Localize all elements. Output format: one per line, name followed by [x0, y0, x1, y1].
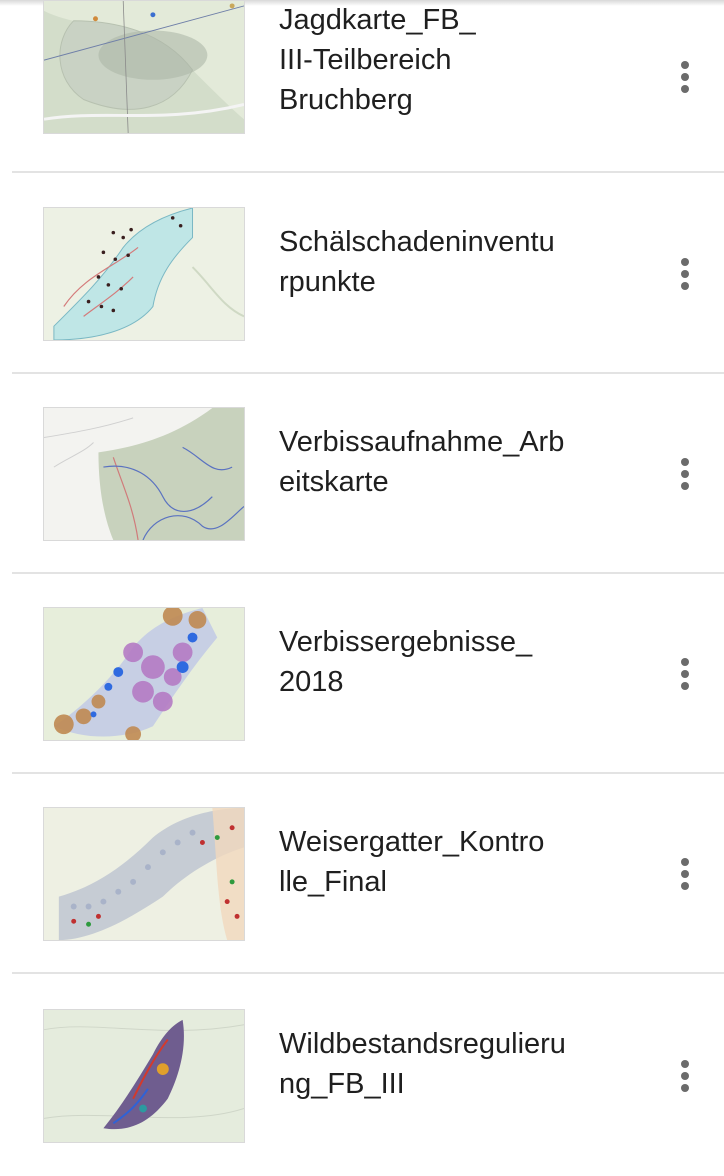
menu-dot — [681, 658, 689, 666]
menu-dot — [681, 858, 689, 866]
menu-dot — [681, 470, 689, 478]
menu-dot — [681, 1060, 689, 1068]
item-title[interactable]: Verbissergebnisse_ 2018 — [279, 622, 629, 702]
list-item[interactable]: Weisergatter_Kontro lle_Final — [0, 774, 724, 974]
more-vertical-icon[interactable] — [667, 844, 703, 904]
list-item[interactable]: Schälschadeninventu rpunkte — [0, 174, 724, 374]
menu-dot — [681, 670, 689, 678]
menu-dot — [681, 270, 689, 278]
map-thumbnail[interactable] — [43, 407, 245, 541]
map-thumbnail[interactable] — [43, 207, 245, 341]
menu-dot — [681, 882, 689, 890]
menu-dot — [681, 282, 689, 290]
row-divider — [12, 171, 724, 173]
menu-dot — [681, 1072, 689, 1080]
menu-dot — [681, 1084, 689, 1092]
item-title[interactable]: Weisergatter_Kontro lle_Final — [279, 822, 629, 902]
menu-dot — [681, 482, 689, 490]
map-thumbnail[interactable] — [43, 807, 245, 941]
map-thumbnail[interactable] — [43, 1009, 245, 1143]
item-title[interactable]: Verbissaufnahme_Arb eitskarte — [279, 422, 629, 502]
more-vertical-icon[interactable] — [667, 1046, 703, 1106]
more-vertical-icon[interactable] — [667, 644, 703, 704]
map-thumbnail[interactable] — [43, 0, 245, 134]
item-title[interactable]: Jagdkarte_FB_ III-Teilbereich Bruchberg — [279, 0, 629, 120]
more-vertical-icon[interactable] — [667, 244, 703, 304]
menu-dot — [681, 458, 689, 466]
menu-dot — [681, 870, 689, 878]
map-thumbnail[interactable] — [43, 607, 245, 741]
list-item[interactable]: Verbissaufnahme_Arb eitskarte — [0, 374, 724, 574]
menu-dot — [681, 258, 689, 266]
menu-dot — [681, 61, 689, 69]
menu-dot — [681, 682, 689, 690]
row-divider — [12, 972, 724, 974]
more-vertical-icon[interactable] — [667, 47, 703, 107]
menu-dot — [681, 73, 689, 81]
more-vertical-icon[interactable] — [667, 444, 703, 504]
menu-dot — [681, 85, 689, 93]
list-item[interactable]: Verbissergebnisse_ 2018 — [0, 574, 724, 774]
map-list: Jagdkarte_FB_ III-Teilbereich Bruchberg — [0, 0, 724, 1143]
item-title[interactable]: Schälschadeninventu rpunkte — [279, 222, 629, 302]
list-item[interactable]: Wildbestandsregulieru ng_FB_III — [0, 976, 724, 1176]
item-title[interactable]: Wildbestandsregulieru ng_FB_III — [279, 1024, 629, 1104]
list-item[interactable]: Jagdkarte_FB_ III-Teilbereich Bruchberg — [0, 0, 724, 173]
